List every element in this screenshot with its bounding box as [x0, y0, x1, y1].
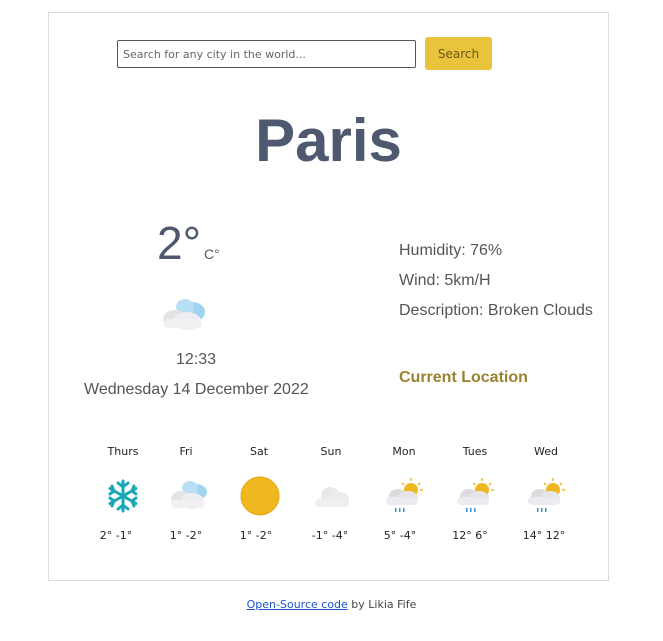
forecast-day-temps: 5° -4°: [383, 529, 417, 542]
search-button[interactable]: Search: [425, 37, 492, 70]
broken-clouds-icon: [171, 481, 207, 509]
forecast-day-temps: 12° 6°: [452, 529, 488, 542]
broken-clouds-icon: [163, 299, 205, 330]
temperature-unit: C°: [204, 246, 220, 262]
humidity-text: Humidity: 76%: [399, 242, 503, 259]
city-title: Paris: [255, 107, 402, 174]
forecast-day-name: Fri: [179, 445, 193, 458]
forecast-day-temps: 1° -2°: [169, 529, 203, 542]
current-temperature: 2°: [157, 217, 201, 269]
search-input[interactable]: [117, 40, 416, 68]
description-text: Description: Broken Clouds: [399, 302, 593, 319]
footer: Open-Source code by Likia Fife: [0, 598, 663, 611]
forecast-day-temps: 2° -1°: [99, 529, 133, 542]
current-location-button[interactable]: Current Location: [399, 369, 528, 387]
snow-icon: [108, 479, 138, 513]
rain-sun-icon: [528, 478, 565, 512]
forecast-day-name: Tues: [462, 445, 488, 458]
forecast-day-temps: 14° 12°: [522, 529, 566, 542]
forecast-day-temps: -1° -4°: [311, 529, 349, 542]
forecast-day-name: Sat: [249, 445, 269, 458]
current-time: 12:33: [176, 351, 217, 368]
forecast-day-name: Wed: [534, 445, 558, 458]
rain-sun-icon: [457, 478, 494, 512]
forecast-day-name: Sun: [320, 445, 342, 458]
forecast-day-name: Thurs: [107, 445, 139, 458]
wind-text: Wind: 5km/H: [399, 272, 491, 289]
rain-sun-icon: [386, 478, 423, 512]
sun-icon: [240, 476, 280, 516]
forecast-day-name: Mon: [392, 445, 416, 458]
cloud-icon: [315, 487, 349, 507]
footer-author-text: by Likia Fife: [347, 598, 417, 611]
forecast-day-temps: 1° -2°: [239, 529, 273, 542]
open-source-link[interactable]: Open-Source code: [247, 598, 348, 611]
weather-card: Search Paris 2° C° 12:33 Wednesday 14 De…: [48, 12, 609, 581]
current-date: Wednesday 14 December 2022: [84, 381, 309, 398]
